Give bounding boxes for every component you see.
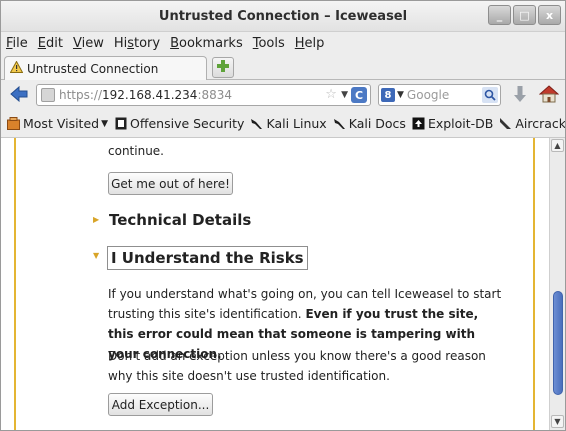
search-engine-icon[interactable]: 8: [381, 88, 395, 102]
menu-bar: File Edit View History Bookmarks Tools H…: [1, 32, 565, 54]
bookmark-aircrack-ng[interactable]: Aircrack-ng: [499, 116, 566, 131]
download-arrow-icon: [513, 85, 527, 106]
bookmark-star-icon[interactable]: ☆: [324, 88, 338, 102]
warning-icon: [9, 60, 24, 76]
back-button[interactable]: [9, 85, 29, 105]
collapse-arrow-icon[interactable]: ▼: [93, 251, 99, 260]
menu-view-mnemonic: V: [72, 35, 82, 51]
back-arrow-icon: [10, 85, 28, 105]
menu-history-pre: Hi: [113, 35, 128, 51]
search-bar[interactable]: 8 ▼ Google: [378, 84, 501, 106]
kali-dragon-icon: [333, 117, 346, 130]
site-identity-icon[interactable]: [41, 88, 55, 102]
browser-window: Untrusted Connection – Iceweasel _ □ x F…: [0, 0, 566, 431]
offensive-security-icon: [114, 117, 127, 130]
tab-untrusted-connection[interactable]: Untrusted Connection: [4, 56, 207, 80]
url-port: :8834: [197, 88, 233, 102]
menu-history-mnemonic: s: [127, 35, 134, 51]
menu-view-label: iew: [81, 35, 104, 51]
exploit-db-icon: [412, 117, 425, 130]
expand-arrow-icon[interactable]: ▶: [93, 215, 99, 224]
understand-risks-heading[interactable]: I Understand the Risks: [107, 246, 308, 270]
get-me-out-button[interactable]: Get me out of here!: [108, 172, 233, 195]
bookmark-kali-docs[interactable]: Kali Docs: [333, 116, 406, 131]
vertical-scrollbar[interactable]: ▲ ▼: [549, 138, 565, 430]
search-engine-dropdown-icon[interactable]: ▼: [397, 90, 404, 100]
bookmarks-toolbar: Most Visited ▼ Offensive Security Kali L…: [1, 110, 565, 138]
navigation-bar: https://192.168.41.234:8834 ☆ ▼ C 8 ▼ Go…: [1, 80, 565, 110]
menu-help-mnemonic: H: [294, 35, 305, 51]
search-icon[interactable]: [482, 87, 498, 103]
bookmark-label: Exploit-DB: [427, 116, 494, 131]
close-button[interactable]: x: [538, 5, 561, 25]
risks-paragraph-2: Don't add an exception unless you know t…: [108, 349, 486, 383]
menu-view[interactable]: View: [73, 36, 104, 51]
page-border-right: [533, 138, 535, 430]
page-border-left: [14, 138, 16, 430]
home-icon: [538, 84, 560, 106]
downloads-button[interactable]: [510, 85, 530, 105]
page-content[interactable]: continue. Get me out of here! ▶ Technica…: [1, 138, 549, 430]
bookmark-most-visited[interactable]: Most Visited ▼: [7, 116, 108, 131]
reload-icon[interactable]: C: [351, 87, 367, 103]
bookmark-offensive-security[interactable]: Offensive Security: [114, 116, 244, 131]
menu-history-label: tory: [134, 35, 161, 51]
tab-label: Untrusted Connection: [27, 61, 159, 76]
maximize-button[interactable]: □: [513, 5, 536, 25]
bookmark-label: Kali Docs: [348, 116, 406, 131]
aircrack-icon: [499, 117, 512, 130]
menu-bookmarks[interactable]: Bookmarks: [170, 36, 243, 51]
new-tab-button[interactable]: [212, 57, 234, 78]
bookmark-kali-linux[interactable]: Kali Linux: [250, 116, 327, 131]
bookmark-label: Aircrack-ng: [515, 116, 566, 131]
menu-bookmarks-mnemonic: B: [170, 35, 180, 51]
url-host: 192.168.41.234: [102, 88, 198, 102]
technical-details-heading[interactable]: Technical Details: [109, 211, 251, 229]
url-scheme: https://: [59, 88, 103, 102]
url-bar-icons: ☆ ▼ C: [324, 87, 367, 103]
chevron-down-icon: ▼: [101, 118, 109, 129]
menu-edit[interactable]: Edit: [38, 36, 63, 51]
menu-file-label: ile: [12, 35, 28, 51]
scroll-down-arrow-icon[interactable]: ▼: [551, 415, 564, 428]
bookmark-label: Offensive Security: [130, 116, 245, 131]
add-exception-button[interactable]: Add Exception...: [108, 393, 213, 416]
bookmark-label: Kali Linux: [266, 116, 327, 131]
kali-dragon-icon: [250, 117, 263, 130]
minimize-button[interactable]: _: [488, 5, 511, 25]
scroll-up-arrow-icon[interactable]: ▲: [551, 139, 564, 152]
url-text: https://192.168.41.234:8834: [59, 88, 232, 102]
menu-tools-label: ools: [258, 35, 285, 51]
menu-bookmarks-label: ookmarks: [179, 35, 243, 51]
menu-tools[interactable]: Tools: [253, 36, 285, 51]
bookmark-label: Most Visited: [23, 116, 100, 131]
title-bar[interactable]: Untrusted Connection – Iceweasel _ □ x: [1, 1, 565, 32]
bookmark-exploit-db[interactable]: Exploit-DB: [412, 116, 493, 131]
most-visited-icon: [7, 117, 20, 130]
window-controls: _ □ x: [488, 5, 561, 25]
home-button[interactable]: [538, 84, 560, 106]
url-bar[interactable]: https://192.168.41.234:8834 ☆ ▼ C: [36, 84, 371, 106]
menu-edit-label: dit: [46, 35, 63, 51]
search-input[interactable]: Google: [407, 88, 449, 102]
url-history-dropdown-icon[interactable]: ▼: [341, 90, 348, 100]
menu-help[interactable]: Help: [295, 36, 325, 51]
tab-strip: Untrusted Connection: [1, 54, 565, 80]
menu-edit-mnemonic: E: [37, 35, 46, 51]
menu-history[interactable]: History: [114, 36, 160, 51]
continue-text: continue.: [108, 144, 164, 158]
menu-help-label: elp: [304, 35, 325, 51]
plus-icon: [216, 59, 230, 76]
window-title: Untrusted Connection – Iceweasel: [158, 9, 408, 24]
scrollbar-thumb[interactable]: [553, 291, 563, 395]
menu-file[interactable]: File: [6, 36, 28, 51]
